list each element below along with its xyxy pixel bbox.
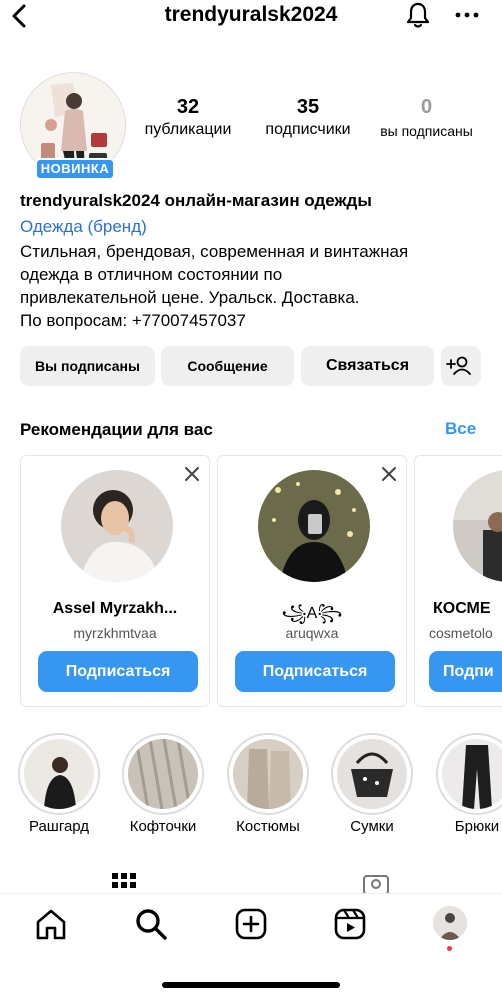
highlight-label: Костюмы	[236, 818, 300, 835]
posts-label: публикации	[144, 121, 232, 138]
suggestion-card[interactable]: КОСМЕ cosmetolo Подпи	[414, 455, 502, 707]
highlight-cover	[337, 739, 407, 809]
home-icon[interactable]	[33, 906, 69, 942]
more-horizontal-icon[interactable]	[452, 0, 482, 30]
close-icon[interactable]	[184, 466, 200, 482]
highlight-item[interactable]: Кофточки	[120, 733, 206, 835]
profile-bio: trendyuralsk2024 онлайн-магазин одежды О…	[20, 190, 490, 332]
highlight-item[interactable]: Костюмы	[225, 733, 311, 835]
highlight-item[interactable]: Рашгард	[16, 733, 102, 835]
contact-button[interactable]: Связаться	[301, 346, 434, 386]
suggestion-avatar	[258, 470, 370, 582]
add-user-icon	[446, 356, 471, 375]
suggestion-handle: aruqwxa	[285, 625, 339, 641]
suggestion-avatar	[61, 470, 173, 582]
profile-nav-avatar-image	[433, 906, 467, 940]
highlight-label: Брюки	[454, 818, 500, 835]
highlight-cover	[128, 739, 198, 809]
follow-button[interactable]: Подписаться	[235, 651, 395, 692]
bio-line: По вопросам: +77007457037	[20, 311, 246, 330]
highlight-cover	[233, 739, 303, 809]
suggestion-handle: myrzkhmtvaa	[73, 625, 157, 641]
home-indicator	[162, 982, 340, 988]
suggestion-card[interactable]: ꧁A꧂ aruqwxa Подписаться	[217, 455, 407, 707]
bio-line: Стильная, брендовая, современная и винта…	[20, 242, 409, 261]
following-button[interactable]: Вы подписаны	[20, 346, 155, 386]
suggestion-card[interactable]: Assel Myrzakh... myrzkhmtvaa Подписаться	[20, 455, 210, 707]
posts-count: 32	[176, 96, 200, 118]
follow-button[interactable]: Подпи	[429, 651, 502, 692]
following-count: 0	[420, 96, 433, 118]
highlight-label: Сумки	[350, 818, 394, 835]
recommendations-title: Рекомендации для вас	[20, 420, 213, 439]
highlight-item[interactable]: Брюки	[434, 733, 502, 835]
posts-stat[interactable]: 32 публикации	[133, 96, 243, 139]
notification-dot	[447, 946, 452, 951]
followers-count: 35	[296, 96, 320, 118]
highlight-label: Кофточки	[129, 818, 197, 835]
followers-stat[interactable]: 35 подписчики	[251, 96, 365, 139]
follow-button[interactable]: Подписаться	[38, 651, 198, 692]
bottom-nav	[0, 893, 502, 999]
close-icon[interactable]	[381, 466, 397, 482]
profile-category[interactable]: Одежда (бренд)	[20, 214, 490, 240]
create-icon[interactable]	[233, 906, 269, 942]
profile-name: trendyuralsk2024 онлайн-магазин одежды	[20, 191, 372, 210]
new-badge: НОВИНКА	[35, 158, 115, 180]
suggestion-handle: cosmetolo	[429, 625, 493, 641]
grid-icon[interactable]	[111, 872, 137, 894]
see-all-link[interactable]: Все	[445, 419, 476, 439]
profile-nav-avatar[interactable]	[433, 906, 467, 940]
highlight-item[interactable]: Сумки	[329, 733, 415, 835]
top-bar: trendyuralsk2024	[0, 0, 502, 34]
search-icon[interactable]	[133, 906, 169, 942]
message-button[interactable]: Сообщение	[161, 346, 294, 386]
following-label: вы подписаны	[380, 123, 473, 139]
bell-icon[interactable]	[403, 0, 433, 30]
add-user-button[interactable]	[441, 346, 481, 386]
tagged-icon[interactable]	[362, 872, 390, 894]
following-stat[interactable]: 0 вы подписаны	[369, 96, 484, 139]
bio-line: привлекательной цене. Уральск. Доставка.	[20, 288, 360, 307]
highlight-cover	[442, 739, 502, 809]
suggestion-avatar	[453, 470, 502, 582]
followers-label: подписчики	[265, 121, 351, 138]
reels-icon[interactable]	[332, 906, 368, 942]
suggestion-name: КОСМЕ	[433, 600, 491, 617]
bio-line: одежда в отличном состоянии по	[20, 265, 283, 284]
highlight-label: Рашгард	[28, 818, 90, 835]
content-tabs	[0, 868, 502, 894]
highlight-cover	[24, 739, 94, 809]
suggestion-name: Assel Myrzakh...	[52, 600, 178, 617]
